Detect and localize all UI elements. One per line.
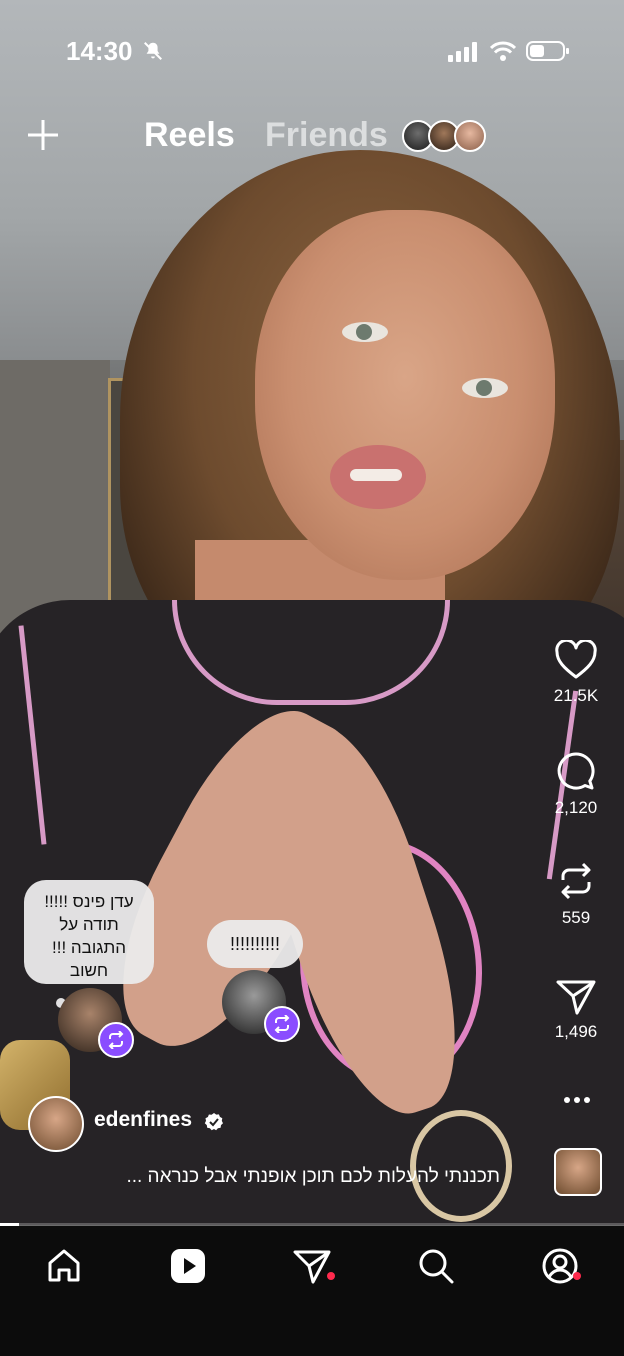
- repost-icon: [561, 862, 591, 900]
- heart-icon: [555, 640, 597, 679]
- direct-messages-icon[interactable]: [292, 1246, 332, 1286]
- plus-icon[interactable]: [24, 116, 62, 154]
- video-person-eye: [342, 322, 388, 342]
- wifi-icon: [490, 41, 516, 61]
- paper-plane-icon: [556, 980, 596, 1015]
- note-text: !!!!!!!!!!: [229, 934, 280, 954]
- note-line: התגובה !!!: [52, 938, 126, 957]
- status-time: 14:30: [66, 36, 133, 66]
- comment-count: 2,120: [554, 798, 598, 817]
- bell-mute-icon: [144, 42, 162, 60]
- bottom-tab-bar: [0, 1226, 624, 1356]
- share-count: 1,496: [554, 1022, 598, 1041]
- repost-icon: [274, 1015, 290, 1033]
- comment-icon: [557, 752, 595, 790]
- more-options-icon[interactable]: [562, 1092, 592, 1108]
- reels-screen: 14:30 Reels Friends 21.5K 2,120 559 1,49…: [0, 0, 624, 1356]
- note-line: עדן פינס !!!!!: [44, 892, 134, 911]
- profile-icon[interactable]: [540, 1246, 580, 1286]
- search-icon[interactable]: [416, 1246, 456, 1286]
- verified-badge-icon: [204, 1113, 223, 1131]
- like-count: 21.5K: [553, 686, 599, 705]
- repost-badge: [264, 1006, 300, 1042]
- author-username[interactable]: edenfines: [94, 1108, 192, 1132]
- tab-friends[interactable]: Friends: [265, 116, 388, 155]
- status-bar: 14:30: [0, 0, 624, 100]
- note-bubble: עדן פינס !!!!! תודה על התגובה !!! חשוב: [24, 880, 154, 984]
- reels-icon[interactable]: [168, 1246, 208, 1286]
- video-person-eye: [462, 378, 508, 398]
- signal-icon: [448, 42, 477, 62]
- video-person-lips: [330, 445, 426, 509]
- repost-count: 559: [561, 908, 591, 927]
- battery-icon: [526, 41, 569, 61]
- like-button[interactable]: 21.5K: [545, 640, 607, 706]
- profile-notification-dot: [573, 1272, 581, 1280]
- author-avatar[interactable]: [28, 1096, 84, 1152]
- messages-notification-dot: [327, 1272, 335, 1280]
- repost-button[interactable]: 559: [545, 860, 607, 928]
- note-bubble: !!!!!!!!!!: [207, 920, 303, 968]
- repost-badge: [98, 1022, 134, 1058]
- note-line: תודה על: [59, 915, 119, 934]
- share-button[interactable]: 1,496: [545, 978, 607, 1042]
- friend-avatar[interactable]: [454, 120, 486, 152]
- repost-icon: [108, 1031, 124, 1049]
- tab-reels[interactable]: Reels: [144, 116, 235, 155]
- home-icon[interactable]: [44, 1246, 84, 1286]
- audio-thumbnail[interactable]: [554, 1148, 602, 1196]
- note-line: חשוב: [69, 961, 109, 980]
- video-person-face: [255, 210, 555, 580]
- comment-button[interactable]: 2,120: [545, 750, 607, 818]
- reel-caption[interactable]: תכננתי להעלות לכם תוכן אופנתי אבל כנראה …: [40, 1166, 500, 1188]
